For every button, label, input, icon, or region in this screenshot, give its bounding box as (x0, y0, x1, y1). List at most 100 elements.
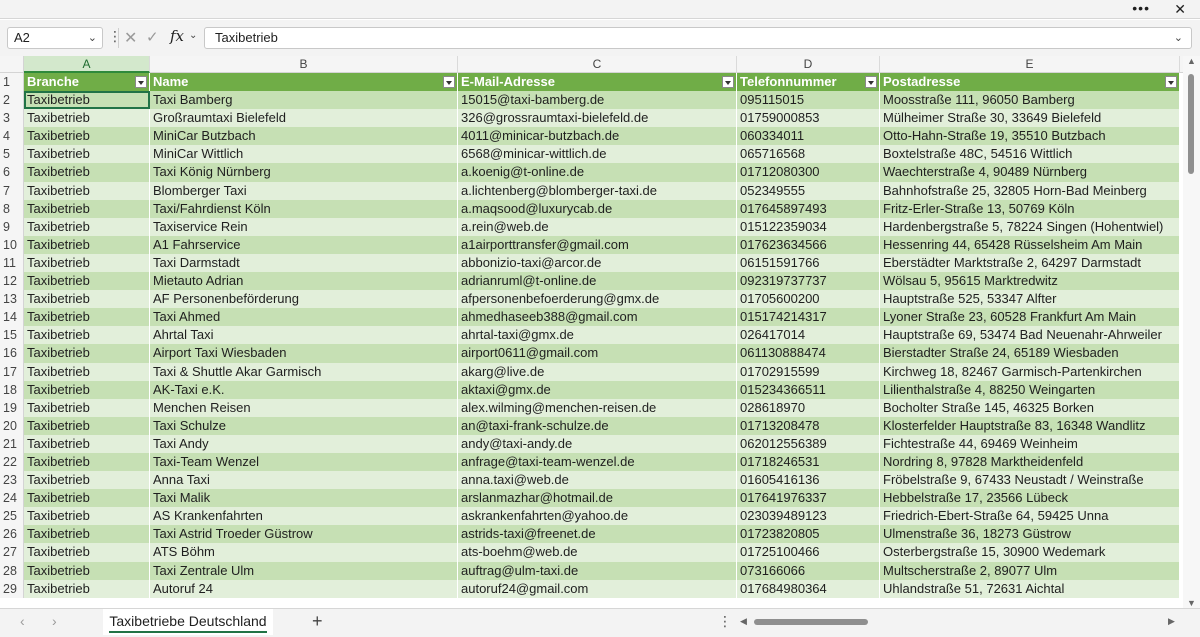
filter-dropdown-icon[interactable] (722, 76, 734, 88)
row-number[interactable]: 8 (0, 199, 24, 218)
name-box[interactable]: A2 ⌄ (7, 27, 103, 49)
row-number[interactable]: 7 (0, 181, 24, 200)
cell-branche[interactable]: Taxibetrieb (24, 235, 150, 254)
row-number[interactable]: 13 (0, 290, 24, 309)
cell-email[interactable]: airport0611@gmail.com (458, 344, 737, 363)
cell-postadresse[interactable]: Kirchweg 18, 82467 Garmisch-Partenkirche… (880, 362, 1180, 381)
add-sheet-button[interactable]: + (312, 611, 323, 632)
cell-email[interactable]: ahrtal-taxi@gmx.de (458, 326, 737, 345)
row-number[interactable]: 4 (0, 127, 24, 146)
row-number[interactable]: 19 (0, 398, 24, 417)
cell-postadresse[interactable]: Klosterfelder Hauptstraße 83, 16348 Wand… (880, 416, 1180, 435)
cell-telefon[interactable]: 017684980364 (737, 579, 880, 598)
cell-email[interactable]: anna.taxi@web.de (458, 471, 737, 490)
cell-branche[interactable]: Taxibetrieb (24, 579, 150, 598)
vertical-scrollbar[interactable]: ▲ ▼ (1183, 56, 1200, 608)
column-header-e[interactable]: E (880, 56, 1180, 73)
insert-function-icon[interactable]: fx (170, 27, 184, 45)
cell-name[interactable]: AK-Taxi e.K. (150, 380, 458, 399)
row-number[interactable]: 11 (0, 253, 24, 273)
cell-name[interactable]: ATS Böhm (150, 543, 458, 562)
row-number[interactable]: 2 (0, 91, 24, 110)
cell-name[interactable]: Taxi Malik (150, 489, 458, 508)
cell-branche[interactable]: Taxibetrieb (24, 471, 150, 490)
cell-postadresse[interactable]: Bierstadter Straße 24, 65189 Wiesbaden (880, 344, 1180, 363)
cell-email[interactable]: akarg@live.de (458, 362, 737, 381)
header-cell-telefon[interactable]: Telefonnummer (737, 73, 880, 92)
cell-name[interactable]: Taxiservice Rein (150, 217, 458, 236)
filter-dropdown-icon[interactable] (135, 76, 147, 88)
cell-postadresse[interactable]: Friedrich-Ebert-Straße 64, 59425 Unna (880, 507, 1180, 526)
cell-email[interactable]: a.maqsood@luxurycab.de (458, 199, 737, 218)
cell-postadresse[interactable]: Eberstädter Marktstraße 2, 64297 Darmsta… (880, 253, 1180, 273)
expand-formula-icon[interactable]: ⌄ (1174, 28, 1183, 48)
cell-branche[interactable]: Taxibetrieb (24, 326, 150, 345)
cell-telefon[interactable]: 028618970 (737, 398, 880, 417)
header-cell-branche[interactable]: Branche (24, 73, 150, 92)
row-number[interactable]: 3 (0, 109, 24, 128)
cell-name[interactable]: Menchen Reisen (150, 398, 458, 417)
cell-name[interactable]: MiniCar Butzbach (150, 127, 458, 146)
cell-telefon[interactable]: 073166066 (737, 561, 880, 580)
cell-telefon[interactable]: 01713208478 (737, 416, 880, 435)
formula-input[interactable]: Taxibetrieb ⌄ (204, 27, 1192, 49)
cell-postadresse[interactable]: Multscherstraße 2, 89077 Ulm (880, 561, 1180, 580)
cell-name[interactable]: Autoruf 24 (150, 579, 458, 598)
select-all-corner[interactable] (0, 56, 24, 73)
row-number[interactable]: 16 (0, 344, 24, 363)
row-number[interactable]: 18 (0, 380, 24, 399)
cell-branche[interactable]: Taxibetrieb (24, 163, 150, 182)
row-number[interactable]: 29 (0, 579, 24, 598)
cell-postadresse[interactable]: Otto-Hahn-Straße 19, 35510 Butzbach (880, 127, 1180, 146)
cell-email[interactable]: 6568@minicar-wittlich.de (458, 145, 737, 164)
vertical-dots-icon[interactable]: ⋮ (718, 613, 732, 630)
close-icon[interactable]: ✕ (1174, 0, 1186, 18)
cell-branche[interactable]: Taxibetrieb (24, 181, 150, 200)
cell-email[interactable]: a.lichtenberg@blomberger-taxi.de (458, 181, 737, 200)
cell-branche[interactable]: Taxibetrieb (24, 127, 150, 146)
row-number[interactable]: 26 (0, 525, 24, 544)
spreadsheet-grid[interactable]: A B C D E 1 Branche Name E-Mail-Adresse … (0, 56, 1183, 608)
cell-name[interactable]: Taxi-Team Wenzel (150, 452, 458, 472)
cell-postadresse[interactable]: Wölsau 5, 95615 Marktredwitz (880, 272, 1180, 291)
header-cell-postadresse[interactable]: Postadresse (880, 73, 1180, 92)
cell-postadresse[interactable]: Ulmenstraße 36, 18273 Güstrow (880, 525, 1180, 544)
enter-check-icon[interactable]: ✓ (146, 28, 159, 46)
row-number[interactable]: 25 (0, 507, 24, 526)
cell-telefon[interactable]: 01759000853 (737, 109, 880, 128)
cell-telefon[interactable]: 026417014 (737, 326, 880, 345)
cell-email[interactable]: ats-boehm@web.de (458, 543, 737, 562)
cell-branche[interactable]: Taxibetrieb (24, 380, 150, 399)
scroll-down-icon[interactable]: ▼ (1187, 598, 1196, 608)
cell-postadresse[interactable]: Hauptstraße 525, 53347 Alfter (880, 290, 1180, 309)
cell-branche[interactable]: Taxibetrieb (24, 398, 150, 417)
cell-branche[interactable]: Taxibetrieb (24, 543, 150, 562)
row-number[interactable]: 21 (0, 434, 24, 453)
cell-telefon[interactable]: 061130888474 (737, 344, 880, 363)
cell-telefon[interactable]: 01702915599 (737, 362, 880, 381)
row-number[interactable]: 1 (0, 73, 24, 92)
row-number[interactable]: 20 (0, 416, 24, 435)
column-header-d[interactable]: D (737, 56, 880, 73)
cell-branche[interactable]: Taxibetrieb (24, 452, 150, 472)
row-number[interactable]: 23 (0, 471, 24, 490)
cell-name[interactable]: AS Krankenfahrten (150, 507, 458, 526)
scrollbar-thumb[interactable] (1188, 74, 1194, 174)
cell-email[interactable]: abbonizio-taxi@arcor.de (458, 253, 737, 273)
cell-postadresse[interactable]: Uhlandstraße 51, 72631 Aichtal (880, 579, 1180, 598)
horizontal-scrollbar-thumb[interactable] (754, 619, 868, 625)
cell-telefon[interactable]: 06151591766 (737, 253, 880, 273)
vertical-dots-icon[interactable]: ⋮ (108, 28, 122, 45)
cell-email[interactable]: a.rein@web.de (458, 217, 737, 236)
row-number[interactable]: 15 (0, 326, 24, 345)
row-number[interactable]: 5 (0, 145, 24, 164)
cell-postadresse[interactable]: Bahnhofstraße 25, 32805 Horn-Bad Meinber… (880, 181, 1180, 200)
cell-email[interactable]: aktaxi@gmx.de (458, 380, 737, 399)
sheet-tab-active[interactable]: Taxibetriebe Deutschland (103, 609, 273, 635)
cell-name[interactable]: MiniCar Wittlich (150, 145, 458, 164)
cell-email[interactable]: a1airporttransfer@gmail.com (458, 235, 737, 254)
cell-telefon[interactable]: 060334011 (737, 127, 880, 146)
cell-branche[interactable]: Taxibetrieb (24, 272, 150, 291)
row-number[interactable]: 6 (0, 163, 24, 182)
cell-branche[interactable]: Taxibetrieb (24, 434, 150, 453)
